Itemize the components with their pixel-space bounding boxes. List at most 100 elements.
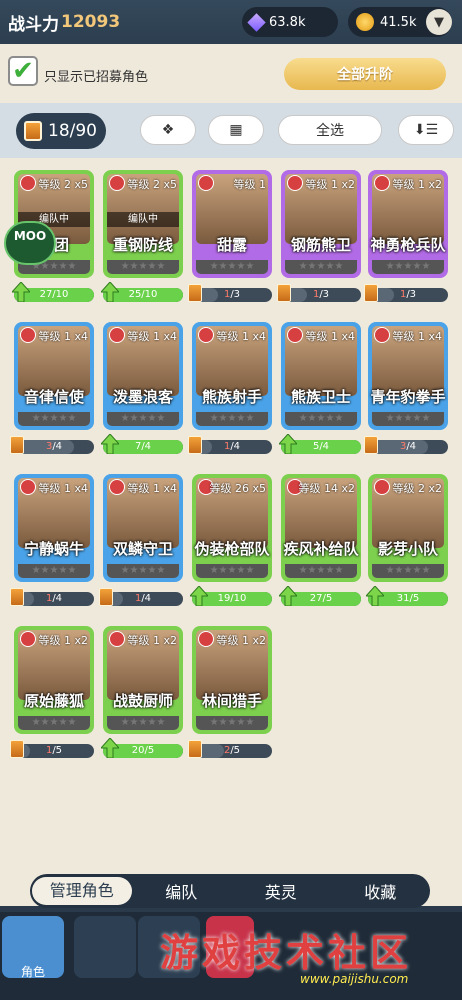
star-rating: ★★★★★: [196, 564, 268, 578]
select-all-button[interactable]: 全选: [278, 115, 382, 145]
gem-counter[interactable]: 63.8k: [242, 7, 338, 37]
character-level: 等级 1: [233, 178, 267, 191]
card-icon: [188, 436, 202, 454]
tab-spirits[interactable]: 英灵: [231, 879, 331, 903]
tab-manage-characters[interactable]: 管理角色: [32, 877, 132, 905]
star-rating: ★★★★★: [285, 564, 357, 578]
star-rating: ★★★★★: [285, 412, 357, 426]
character-card[interactable]: 等级 1 x4 音律信使 ★★★★★: [14, 322, 94, 430]
character-card[interactable]: 等级 2 x2 影芽小队 ★★★★★: [368, 474, 448, 582]
power-label: 战斗力: [8, 14, 59, 35]
character-card[interactable]: 等级 1 x4 双鳞守卫 ★★★★★: [103, 474, 183, 582]
character-card[interactable]: 等级 1 x4 熊族卫士 ★★★★★: [281, 322, 361, 430]
character-level: 等级 1 x4: [305, 330, 356, 343]
tab-formation[interactable]: 编队: [132, 879, 232, 903]
progress-text: 3/4: [45, 441, 63, 452]
class-icon: [374, 479, 390, 495]
tab-collection[interactable]: 收藏: [331, 879, 431, 903]
character-card[interactable]: 等级 1 x2 钢筋熊卫 ★★★★★: [281, 170, 361, 278]
class-icon: [198, 327, 214, 343]
character-card[interactable]: 等级 1 x4 熊族射手 ★★★★★: [192, 322, 272, 430]
character-level: 等级 14 x2: [298, 482, 356, 495]
grid-view-button[interactable]: ▦: [208, 115, 264, 145]
progress-text: 1/3: [399, 289, 417, 300]
star-rating: ★★★★★: [372, 412, 444, 426]
star-rating: ★★★★★: [18, 412, 90, 426]
paw-filter-button[interactable]: ❖: [140, 115, 196, 145]
character-level: 等级 1 x2: [392, 178, 443, 191]
card-icon: [188, 740, 202, 758]
upgrade-progress-bar: 1/4: [188, 436, 272, 454]
class-icon: [198, 175, 214, 191]
upgrade-progress-bar: 1/3: [188, 284, 272, 302]
nav-characters[interactable]: 角色: [2, 916, 64, 979]
character-level: 等级 1 x2: [216, 634, 267, 647]
character-card[interactable]: 等级 1 x2 神勇枪兵队 ★★★★★: [368, 170, 448, 278]
character-card[interactable]: 等级 1 x2 原始藤狐 ★★★★★: [14, 626, 94, 734]
roster-panel: ✔ 只显示已招募角色 全部升阶 18/90 ❖ ▦ 全选 ⬇☰ 等级 2 x5 编…: [0, 44, 462, 906]
upgrade-arrow-icon: [277, 585, 299, 607]
class-icon: [374, 327, 390, 343]
progress-text: 1/4: [45, 593, 63, 604]
character-card[interactable]: 等级 1 甜露 ★★★★★: [192, 170, 272, 278]
upgrade-all-button[interactable]: 全部升阶: [284, 58, 446, 90]
upgrade-arrow-icon: [364, 585, 386, 607]
coin-amount: 41.5k: [380, 14, 417, 30]
sort-icon: ⬇☰: [413, 122, 439, 138]
upgrade-progress-bar: 25/10: [99, 281, 183, 303]
upgrade-arrow-icon: [99, 281, 121, 303]
character-card[interactable]: 等级 1 x4 青年豹拳手 ★★★★★: [368, 322, 448, 430]
character-level: 等级 26 x5: [209, 482, 267, 495]
character-card[interactable]: 等级 2 x5 编队中 重钢防线 ★★★★★: [103, 170, 183, 278]
character-name: 熊族射手: [201, 388, 262, 406]
character-name: 影芽小队: [377, 540, 438, 558]
character-card[interactable]: 等级 1 x4 泼墨浪客 ★★★★★: [103, 322, 183, 430]
character-name: 战鼓厨师: [112, 692, 173, 710]
upgrade-progress-bar: 1/4: [99, 588, 183, 606]
class-icon: [287, 175, 303, 191]
character-level: 等级 2 x5: [127, 178, 178, 191]
character-card[interactable]: 等级 26 x5 伪装枪部队 ★★★★★: [192, 474, 272, 582]
character-name: 神勇枪兵队: [370, 236, 446, 254]
upgrade-progress-bar: 3/4: [364, 436, 448, 454]
gem-icon: [247, 12, 266, 32]
character-card[interactable]: 等级 14 x2 疾风补给队 ★★★★★: [281, 474, 361, 582]
character-card[interactable]: 等级 1 x2 林间猎手 ★★★★★: [192, 626, 272, 734]
class-icon: [374, 175, 390, 191]
character-name: 甜露: [216, 236, 247, 254]
nav-bag[interactable]: [74, 916, 136, 978]
character-card[interactable]: 等级 1 x2 战鼓厨师 ★★★★★: [103, 626, 183, 734]
character-level: 等级 1 x4: [392, 330, 443, 343]
class-icon: [20, 479, 36, 495]
class-icon: [198, 631, 214, 647]
watermark-url: www.paijishu.com: [300, 972, 409, 986]
card-count: 18/90: [16, 113, 106, 149]
progress-text: 1/5: [45, 745, 63, 756]
recruited-only-label: 只显示已招募角色: [44, 70, 149, 85]
sort-button[interactable]: ⬇☰: [398, 115, 454, 145]
character-name: 熊族卫士: [290, 388, 351, 406]
character-name: 原始藤狐: [23, 692, 84, 710]
progress-text: 3/4: [399, 441, 417, 452]
coin-icon: [356, 13, 374, 31]
character-name: 泼墨浪客: [112, 388, 173, 406]
character-name: 音律信使: [23, 388, 84, 406]
upgrade-progress-bar: 27/5: [277, 585, 361, 607]
recruited-only-checkbox[interactable]: ✔: [8, 56, 38, 86]
progress-text: 1/3: [312, 289, 330, 300]
character-level: 等级 1 x2: [38, 634, 89, 647]
upgrade-progress-bar: 2/5: [188, 740, 272, 758]
character-card[interactable]: 等级 1 x4 宁静蜗牛 ★★★★★: [14, 474, 94, 582]
moo-badge: MOO: [4, 221, 56, 265]
class-icon: [20, 327, 36, 343]
chevron-down-icon[interactable]: ▼: [426, 9, 452, 35]
upgrade-progress-bar: 3/4: [10, 436, 94, 454]
progress-text: 1/3: [223, 289, 241, 300]
upgrade-arrow-icon: [99, 737, 121, 759]
character-level: 等级 1 x4: [38, 482, 89, 495]
character-name: 双鳞守卫: [112, 540, 173, 558]
star-rating: ★★★★★: [107, 716, 179, 730]
character-level: 等级 2 x5: [38, 178, 89, 191]
segment-control: 管理角色 编队 英灵 收藏: [30, 874, 430, 908]
watermark-text: 游戏技术社区: [160, 931, 413, 975]
